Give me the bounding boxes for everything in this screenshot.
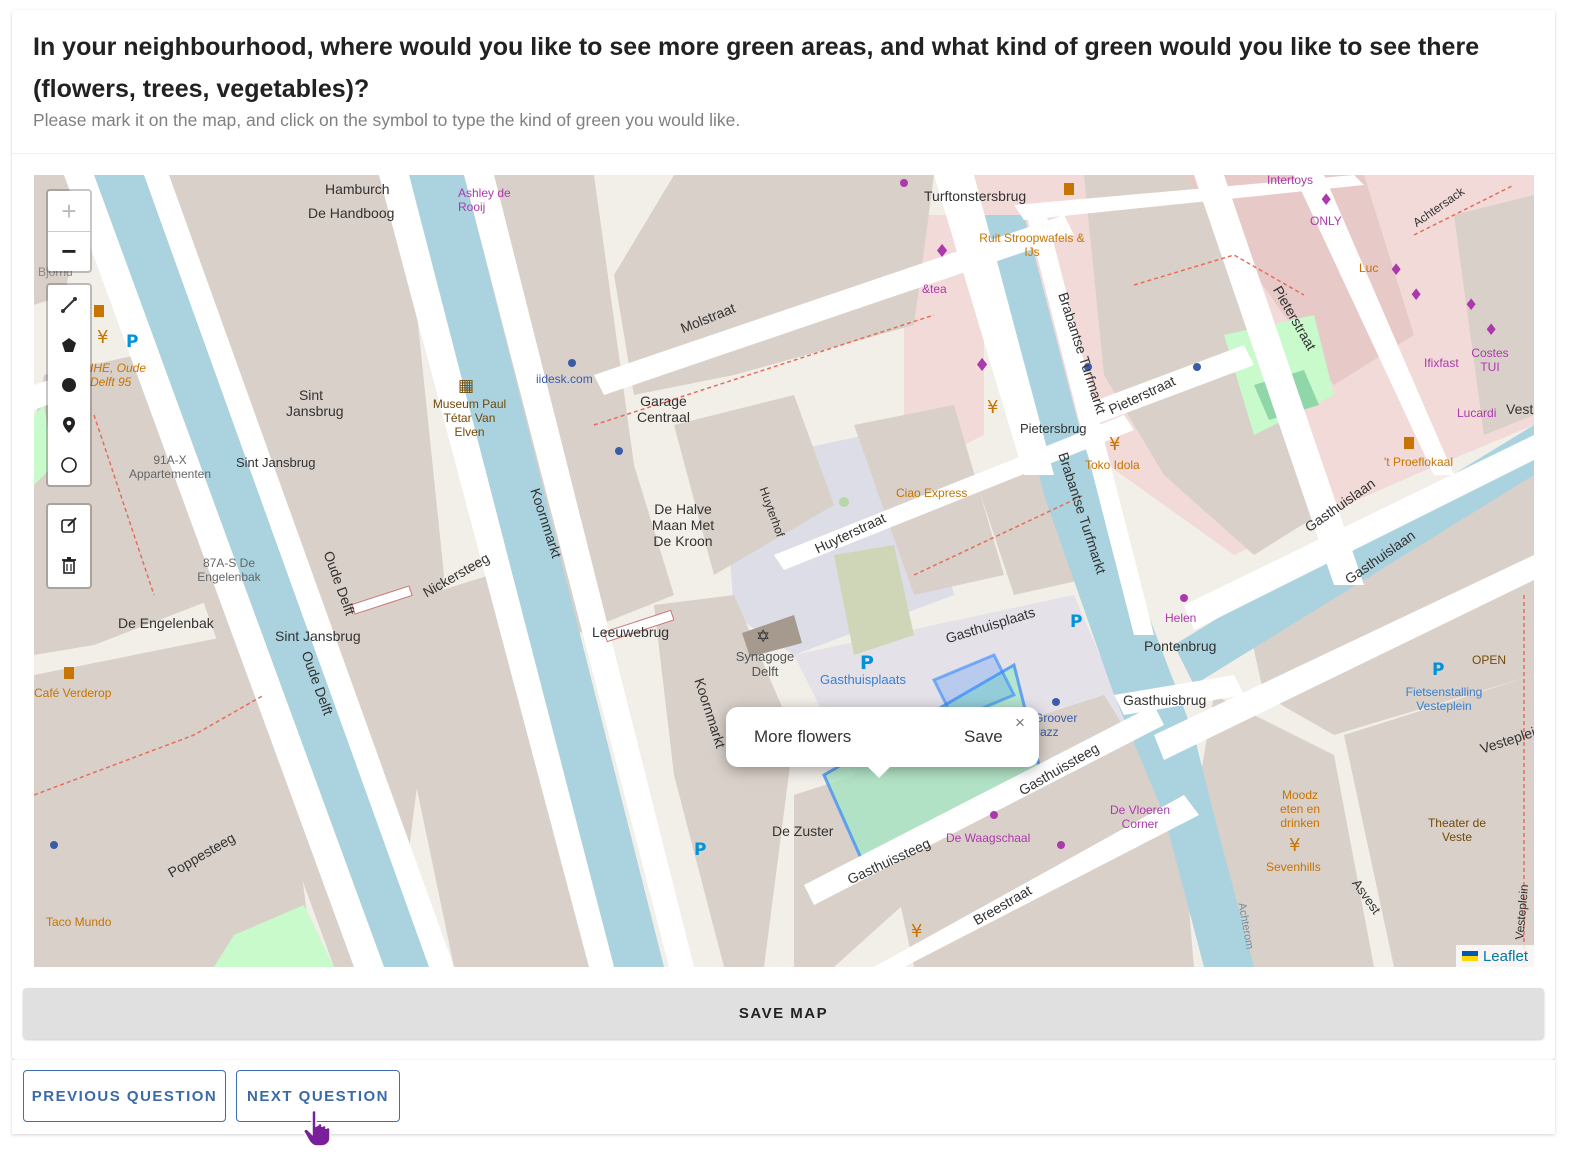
svg-text:♦: ♦ xyxy=(1484,320,1498,339)
svg-text:¥: ¥ xyxy=(1289,835,1300,856)
svg-text:¥: ¥ xyxy=(911,921,922,942)
leaflet-map[interactable]: ♦ ♦ ♦ ♦ ♦ ♦ ♦ ¥ ¥ ¥ ¥ ¥ P P P P P ✡ ▦ Ha… xyxy=(34,175,1534,967)
popup-tip xyxy=(866,765,892,778)
popup-save-button[interactable]: Save xyxy=(964,727,1003,747)
hand-cursor-icon xyxy=(303,1109,331,1147)
circle-outline-icon xyxy=(61,457,77,473)
svg-text:♦: ♦ xyxy=(1464,295,1478,314)
circle-marker-tool[interactable] xyxy=(48,365,90,405)
svg-text:♦: ♦ xyxy=(934,241,950,262)
svg-text:¥: ¥ xyxy=(1109,434,1120,455)
popup-text: More flowers xyxy=(754,727,852,746)
edit-toolbar xyxy=(46,503,92,589)
svg-text:♦: ♦ xyxy=(974,355,990,376)
svg-text:♦: ♦ xyxy=(1319,190,1333,209)
svg-text:P: P xyxy=(694,840,706,860)
circle-tool[interactable] xyxy=(48,445,90,485)
svg-text:✡: ✡ xyxy=(756,627,770,647)
zoom-out-button[interactable]: − xyxy=(48,231,90,271)
svg-text:P: P xyxy=(860,652,874,674)
attribution: Leaflet xyxy=(1455,945,1534,967)
divider xyxy=(12,153,1555,154)
svg-text:¥: ¥ xyxy=(97,327,108,348)
svg-text:P: P xyxy=(126,332,138,352)
save-map-button[interactable]: SAVE MAP xyxy=(23,988,1544,1039)
zoom-control: + − xyxy=(46,189,92,273)
save-map-container: SAVE MAP xyxy=(12,975,1555,1060)
svg-text:P: P xyxy=(1432,660,1444,680)
ukraine-flag-icon xyxy=(1461,951,1478,961)
feature-popup: More flowers Save × xyxy=(726,707,1039,778)
trash-icon xyxy=(62,557,76,574)
delete-layers-tool[interactable] xyxy=(48,545,90,585)
map-pin-icon xyxy=(63,417,75,433)
popup-close-icon[interactable]: × xyxy=(1015,713,1025,733)
circle-filled-icon xyxy=(62,378,76,392)
edit-layers-tool[interactable] xyxy=(48,505,90,545)
svg-text:P: P xyxy=(1070,612,1082,632)
draw-toolbar xyxy=(46,283,92,487)
marker-tool[interactable] xyxy=(48,405,90,445)
polyline-icon xyxy=(61,297,77,313)
svg-text:¥: ¥ xyxy=(987,397,998,418)
previous-question-button[interactable]: PREVIOUS QUESTION xyxy=(23,1070,226,1122)
attribution-link[interactable]: Leaflet xyxy=(1483,948,1528,965)
svg-text:♦: ♦ xyxy=(1409,285,1423,304)
svg-text:▦: ▦ xyxy=(458,376,474,396)
question-subtitle: Please mark it on the map, and click on … xyxy=(33,110,741,130)
map-tiles[interactable]: ♦ ♦ ♦ ♦ ♦ ♦ ♦ ¥ ¥ ¥ ¥ ¥ P P P P P ✡ ▦ xyxy=(34,175,1534,967)
svg-text:♦: ♦ xyxy=(1389,260,1403,279)
question-title: In your neighbourhood, where would you l… xyxy=(33,33,1480,103)
polygon-tool[interactable] xyxy=(48,325,90,365)
polyline-tool[interactable] xyxy=(48,285,90,325)
polygon-icon xyxy=(62,338,76,352)
zoom-in-button[interactable]: + xyxy=(48,191,90,231)
edit-icon xyxy=(61,517,77,533)
